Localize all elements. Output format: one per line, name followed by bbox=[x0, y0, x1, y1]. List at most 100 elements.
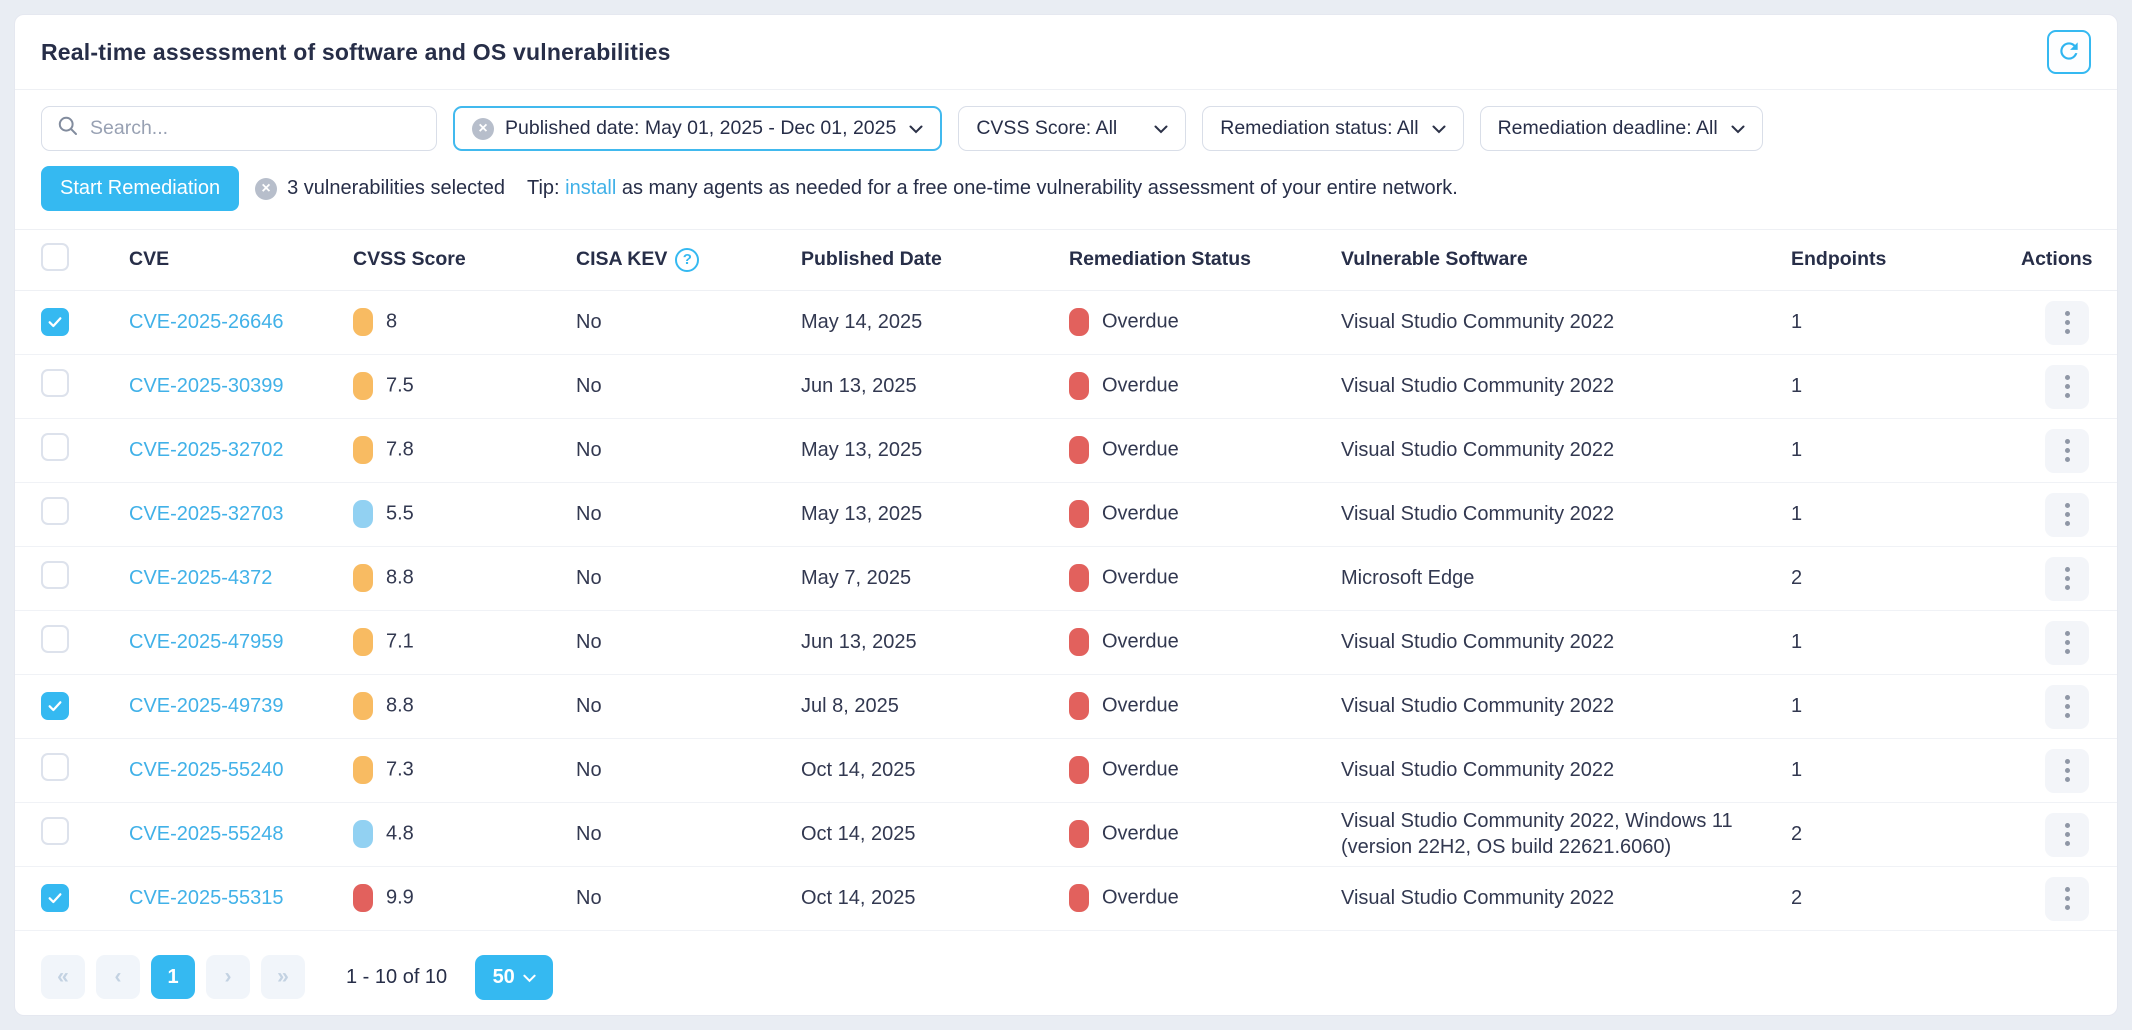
cvss-score-value: 5.5 bbox=[386, 503, 414, 525]
row-checkbox[interactable] bbox=[41, 369, 69, 397]
cvss-severity-badge bbox=[353, 436, 373, 464]
prev-page-button[interactable]: ‹ bbox=[96, 955, 140, 999]
cisa-kev-value: No bbox=[576, 354, 801, 418]
page-1-button[interactable]: 1 bbox=[151, 955, 195, 999]
column-header-cvss-score[interactable]: CVSS Score bbox=[353, 230, 576, 290]
column-header-endpoints[interactable]: Endpoints bbox=[1791, 230, 2021, 290]
column-header-cisa-kev[interactable]: CISA KEV bbox=[576, 248, 667, 271]
remediation-status-filter-label: Remediation status: All bbox=[1220, 117, 1418, 140]
cvss-score-filter-label: CVSS Score: All bbox=[976, 117, 1117, 140]
table-row: CVE-2025-47959 7.1 No Jun 13, 2025 Overd… bbox=[15, 610, 2117, 674]
row-actions-button[interactable] bbox=[2045, 877, 2089, 921]
cvss-severity-badge bbox=[353, 500, 373, 528]
cisa-kev-help-icon[interactable]: ? bbox=[675, 248, 699, 272]
kebab-icon bbox=[2065, 311, 2070, 316]
row-actions-button[interactable] bbox=[2045, 621, 2089, 665]
install-link[interactable]: install bbox=[565, 177, 616, 199]
row-actions-button[interactable] bbox=[2045, 685, 2089, 729]
table-row: CVE-2025-32702 7.8 No May 13, 2025 Overd… bbox=[15, 418, 2117, 482]
row-actions-button[interactable] bbox=[2045, 493, 2089, 537]
row-checkbox[interactable] bbox=[41, 625, 69, 653]
table-body: CVE-2025-26646 8 No May 14, 2025 Overdue… bbox=[15, 290, 2117, 930]
refresh-icon bbox=[2056, 38, 2082, 67]
cve-link[interactable]: CVE-2025-32703 bbox=[129, 503, 284, 525]
published-date: Jun 13, 2025 bbox=[801, 354, 1069, 418]
kebab-icon bbox=[2065, 823, 2070, 828]
cve-link[interactable]: CVE-2025-32702 bbox=[129, 439, 284, 461]
tip-rest: as many agents as needed for a free one-… bbox=[616, 177, 1458, 199]
column-header-vulnerable-software[interactable]: Vulnerable Software bbox=[1341, 230, 1791, 290]
cvss-score-value: 4.8 bbox=[386, 823, 414, 845]
cve-link[interactable]: CVE-2025-30399 bbox=[129, 375, 284, 397]
cve-link[interactable]: CVE-2025-55240 bbox=[129, 759, 284, 781]
remediation-status: Overdue bbox=[1102, 695, 1179, 717]
remediation-status: Overdue bbox=[1102, 631, 1179, 653]
row-checkbox[interactable] bbox=[41, 884, 69, 912]
clear-selection-icon[interactable]: × bbox=[255, 178, 277, 200]
selection-summary: × 3 vulnerabilities selected bbox=[255, 177, 505, 200]
row-checkbox[interactable] bbox=[41, 497, 69, 525]
table-row: CVE-2025-30399 7.5 No Jun 13, 2025 Overd… bbox=[15, 354, 2117, 418]
published-date-filter[interactable]: × Published date: May 01, 2025 - Dec 01,… bbox=[453, 106, 942, 151]
cvss-score-filter[interactable]: CVSS Score: All bbox=[958, 106, 1186, 151]
cisa-kev-value: No bbox=[576, 802, 801, 866]
first-page-button[interactable]: « bbox=[41, 955, 85, 999]
row-checkbox[interactable] bbox=[41, 753, 69, 781]
column-header-published-date[interactable]: Published Date bbox=[801, 230, 1069, 290]
cisa-kev-value: No bbox=[576, 866, 801, 930]
next-page-button[interactable]: › bbox=[206, 955, 250, 999]
remediation-status-filter[interactable]: Remediation status: All bbox=[1202, 106, 1463, 151]
select-all-checkbox[interactable] bbox=[41, 243, 69, 271]
column-header-remediation-status[interactable]: Remediation Status bbox=[1069, 230, 1341, 290]
published-date: Oct 14, 2025 bbox=[801, 866, 1069, 930]
remediation-status: Overdue bbox=[1102, 439, 1179, 461]
start-remediation-button[interactable]: Start Remediation bbox=[41, 166, 239, 211]
kebab-icon bbox=[2065, 375, 2070, 380]
table-header-row: CVE CVSS Score CISA KEV ? Published Date… bbox=[15, 230, 2117, 290]
cisa-kev-value: No bbox=[576, 418, 801, 482]
row-actions-button[interactable] bbox=[2045, 301, 2089, 345]
row-actions-button[interactable] bbox=[2045, 749, 2089, 793]
cve-link[interactable]: CVE-2025-49739 bbox=[129, 695, 284, 717]
refresh-button[interactable] bbox=[2047, 30, 2091, 74]
overdue-status-icon bbox=[1069, 692, 1089, 720]
filters-row: × Published date: May 01, 2025 - Dec 01,… bbox=[41, 106, 2091, 151]
page-size-select[interactable]: 50 bbox=[475, 955, 553, 1000]
cvss-score-value: 8 bbox=[386, 311, 397, 333]
clear-date-filter-icon[interactable]: × bbox=[472, 118, 494, 140]
row-checkbox[interactable] bbox=[41, 692, 69, 720]
search-box[interactable] bbox=[41, 106, 437, 151]
remediation-status: Overdue bbox=[1102, 311, 1179, 333]
table-row: CVE-2025-26646 8 No May 14, 2025 Overdue… bbox=[15, 290, 2117, 354]
row-checkbox[interactable] bbox=[41, 308, 69, 336]
published-date: May 13, 2025 bbox=[801, 418, 1069, 482]
cisa-kev-value: No bbox=[576, 738, 801, 802]
cvss-severity-badge bbox=[353, 564, 373, 592]
remediation-deadline-filter[interactable]: Remediation deadline: All bbox=[1480, 106, 1763, 151]
row-actions-button[interactable] bbox=[2045, 813, 2089, 857]
endpoints-count: 1 bbox=[1791, 354, 2021, 418]
cve-link[interactable]: CVE-2025-55315 bbox=[129, 887, 284, 909]
last-page-button[interactable]: » bbox=[261, 955, 305, 999]
row-checkbox[interactable] bbox=[41, 817, 69, 845]
cve-link[interactable]: CVE-2025-55248 bbox=[129, 823, 284, 845]
cvss-severity-badge bbox=[353, 692, 373, 720]
row-checkbox[interactable] bbox=[41, 433, 69, 461]
cve-link[interactable]: CVE-2025-4372 bbox=[129, 567, 272, 589]
column-header-cve[interactable]: CVE bbox=[129, 230, 353, 290]
row-actions-button[interactable] bbox=[2045, 365, 2089, 409]
table-row: CVE-2025-49739 8.8 No Jul 8, 2025 Overdu… bbox=[15, 674, 2117, 738]
vulnerable-software: Visual Studio Community 2022 bbox=[1341, 610, 1791, 674]
cve-link[interactable]: CVE-2025-26646 bbox=[129, 311, 284, 333]
row-checkbox[interactable] bbox=[41, 561, 69, 589]
overdue-status-icon bbox=[1069, 500, 1089, 528]
cisa-kev-value: No bbox=[576, 546, 801, 610]
cve-link[interactable]: CVE-2025-47959 bbox=[129, 631, 284, 653]
page-title: Real-time assessment of software and OS … bbox=[41, 39, 671, 66]
row-actions-button[interactable] bbox=[2045, 557, 2089, 601]
published-date: Jul 8, 2025 bbox=[801, 674, 1069, 738]
table-row: CVE-2025-55315 9.9 No Oct 14, 2025 Overd… bbox=[15, 866, 2117, 930]
row-actions-button[interactable] bbox=[2045, 429, 2089, 473]
search-input[interactable] bbox=[90, 117, 421, 140]
kebab-icon bbox=[2065, 439, 2070, 444]
